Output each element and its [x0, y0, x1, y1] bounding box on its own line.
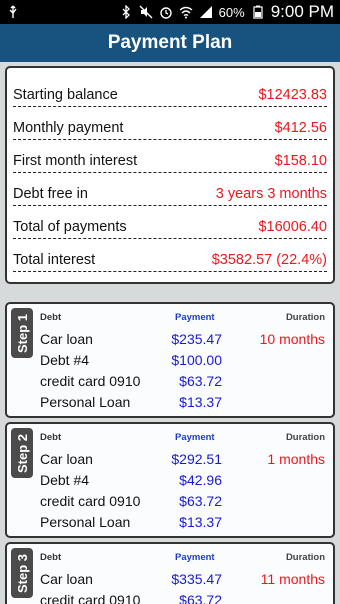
summary-value: $12423.83 [258, 87, 327, 103]
debt-name: credit card 0910 [40, 591, 141, 604]
step-label: Step 2 [11, 428, 33, 478]
summary-panel: Starting balance $12423.83 Monthly payme… [5, 66, 335, 284]
debt-payment: $42.96 [179, 471, 222, 488]
step-duration: 11 months [260, 570, 325, 587]
summary-label: Debt free in [13, 186, 88, 202]
debt-payment: $235.47 [171, 330, 222, 347]
usb-icon [6, 5, 20, 19]
summary-label: Total of payments [13, 219, 127, 235]
debt-row: Debt #4 $100.00 [40, 349, 325, 370]
debt-name: Car loan [40, 570, 93, 587]
debt-header: Debt [40, 312, 62, 323]
debt-name: Car loan [40, 330, 93, 347]
summary-value: $16006.40 [258, 219, 327, 235]
debt-row: Car loan $292.51 1 months [40, 448, 325, 469]
payment-header: Payment [175, 552, 215, 563]
mute-icon [139, 5, 153, 19]
debt-payment: $292.51 [171, 450, 222, 467]
step-label: Step 3 [11, 548, 33, 598]
summary-row-total-payments: Total of payments $16006.40 [13, 206, 327, 239]
bluetooth-icon [119, 5, 133, 19]
step-card-2[interactable]: Step 2 Debt Payment Duration Car loan $2… [5, 422, 335, 538]
step-duration: 1 months [267, 450, 325, 467]
duration-header: Duration [285, 552, 325, 563]
debt-name: credit card 0910 [40, 372, 141, 389]
status-bar: 60% 9:00 PM [0, 0, 340, 24]
summary-label: Monthly payment [13, 120, 124, 136]
summary-row-debt-free-in: Debt free in 3 years 3 months [13, 173, 327, 206]
wifi-icon [179, 5, 193, 19]
debt-row: Debt #4 $42.96 [40, 469, 325, 490]
summary-label: Starting balance [13, 87, 118, 103]
duration-header: Duration [285, 312, 325, 323]
summary-row-total-interest: Total interest $3582.57 (22.4%) [13, 239, 327, 272]
debt-name: Debt #4 [40, 351, 90, 368]
payment-header: Payment [175, 312, 215, 323]
debt-row: credit card 0910 $63.72 [40, 370, 325, 391]
debt-name: Debt #4 [40, 471, 90, 488]
alarm-icon [159, 5, 173, 19]
debt-row: Personal Loan $13.37 [40, 391, 325, 412]
summary-value: $3582.57 (22.4%) [211, 252, 327, 268]
summary-label: Total interest [13, 252, 96, 268]
notification-icons [6, 5, 20, 19]
clock: 9:00 PM [270, 2, 334, 21]
debt-header: Debt [40, 432, 62, 443]
battery-icon [251, 5, 265, 19]
debt-name: Personal Loan [40, 393, 131, 410]
battery-percent: 60% [218, 4, 245, 20]
debt-payment: $100.00 [171, 351, 222, 368]
debt-payment: $13.37 [179, 393, 222, 410]
summary-value: $412.56 [274, 120, 327, 136]
summary-label: First month interest [13, 153, 138, 169]
debt-name: Car loan [40, 450, 93, 467]
summary-row-first-month-interest: First month interest $158.10 [13, 140, 327, 173]
debt-row: Car loan $335.47 11 months [40, 568, 325, 589]
step-duration: 10 months [259, 330, 325, 347]
debt-payment: $63.72 [179, 372, 222, 389]
signal-icon [199, 5, 213, 19]
debt-name: Personal Loan [40, 513, 131, 530]
debt-payment: $335.47 [171, 570, 222, 587]
debt-payment: $63.72 [179, 492, 222, 509]
debt-payment: $13.37 [179, 513, 222, 530]
duration-header: Duration [285, 432, 325, 443]
debt-row: credit card 0910 $63.72 [40, 490, 325, 511]
payment-header: Payment [175, 432, 215, 443]
debt-row: credit card 0910 $63.72 [40, 589, 325, 604]
summary-value: $158.10 [274, 153, 327, 169]
step-card-3[interactable]: Step 3 Debt Payment Duration Car loan $3… [5, 542, 335, 604]
summary-row-monthly-payment: Monthly payment $412.56 [13, 107, 327, 140]
page-title: Payment Plan [0, 24, 340, 62]
debt-row: Personal Loan $13.37 [40, 511, 325, 532]
summary-row-starting-balance: Starting balance $12423.83 [13, 74, 327, 107]
summary-value: 3 years 3 months [215, 186, 327, 202]
debt-payment: $63.72 [179, 591, 222, 604]
debt-row: Car loan $235.47 10 months [40, 328, 325, 349]
step-card-1[interactable]: Step 1 Debt Payment Duration Car loan $2… [5, 302, 335, 418]
debt-name: credit card 0910 [40, 492, 141, 509]
step-label: Step 1 [11, 308, 33, 358]
debt-header: Debt [40, 552, 62, 563]
